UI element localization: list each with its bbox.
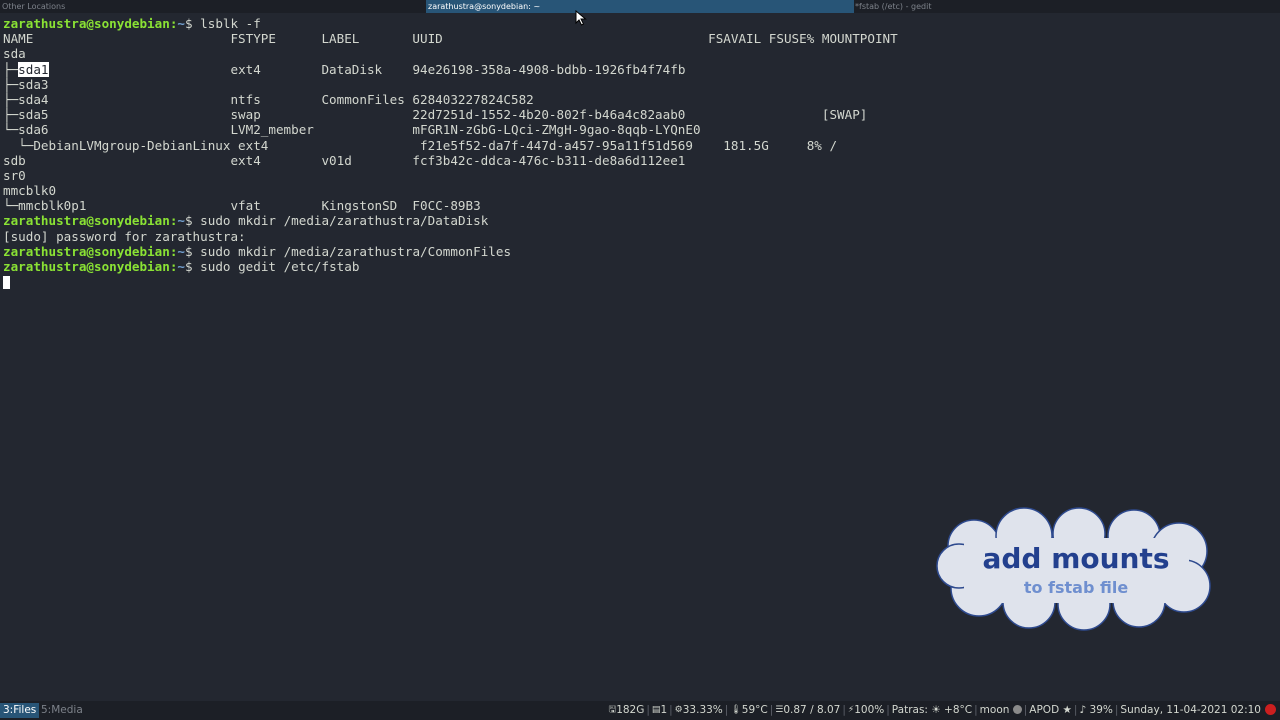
terminal-output[interactable]: zarathustra@sonydebian:~$ lsblk -f NAME F… bbox=[3, 16, 1278, 290]
workspace-files[interactable]: 3:Files bbox=[0, 703, 40, 718]
prompt-path: ~ bbox=[177, 16, 185, 31]
row-text: ext4 DataDisk 94e26198-358a-4908-bdbb-19… bbox=[48, 61, 686, 77]
prompt-user: zarathustra@sonydebian bbox=[3, 243, 170, 259]
load-icon: ☰ bbox=[775, 705, 784, 715]
tree-prefix: ├─ bbox=[3, 61, 19, 77]
status-bar: 3:Files 5:Media 🖫182G | ▤1 | ⚙33.33% | 🌡59°C | ☰… bbox=[0, 701, 1280, 720]
terminal-cursor-line bbox=[3, 274, 1278, 290]
cpu-icon: ⚙ bbox=[674, 705, 683, 715]
terminal-output-line: ├─sda4 ntfs CommonFiles 628403227824C582 bbox=[3, 91, 534, 107]
prompt-symbol: $ bbox=[185, 259, 193, 274]
terminal-output-line: ├─sda3 bbox=[3, 76, 49, 92]
caption-subtitle: to fstab file bbox=[1023, 578, 1129, 597]
separator: | bbox=[1073, 704, 1078, 716]
workspace-media[interactable]: 5:Media bbox=[38, 703, 86, 718]
terminal-output-line: ├─sda1 ext4 DataDisk 94e26198-358a-4908-… bbox=[3, 61, 1278, 77]
separator: | bbox=[886, 704, 890, 716]
terminal-output-line: └─sda6 LVM2_member mFGR1N-zGbG-LQci-ZMgH… bbox=[3, 122, 701, 138]
terminal-output-line: NAME FSTYPE LABEL UUID FSAVAIL FSUSE% MO… bbox=[3, 31, 898, 47]
separator: | bbox=[669, 704, 673, 716]
record-icon[interactable] bbox=[1265, 703, 1276, 715]
load-average: 0.87 / 8.07 bbox=[783, 704, 841, 716]
separator: | bbox=[974, 704, 978, 716]
text-cursor bbox=[3, 276, 10, 290]
prompt-path: ~ bbox=[177, 243, 185, 259]
prompt-symbol: $ bbox=[185, 213, 193, 229]
terminal-command-line: zarathustra@sonydebian:~$ sudo mkdir /me… bbox=[3, 213, 1278, 228]
command-text: sudo mkdir /media/zarathustra/DataDisk bbox=[192, 213, 489, 229]
terminal-command-line: zarathustra@sonydebian:~$ sudo mkdir /me… bbox=[3, 244, 1278, 259]
terminal-output-line: └─DebianLVMgroup-DebianLinux ext4 f21e5f… bbox=[3, 137, 838, 153]
temperature: 59°C bbox=[741, 704, 768, 716]
separator: | bbox=[1114, 704, 1119, 716]
prompt-user: zarathustra@sonydebian bbox=[3, 259, 170, 274]
disk-icon: 🖫 bbox=[608, 705, 617, 715]
separator: | bbox=[724, 704, 729, 716]
command-text: sudo gedit /etc/fstab bbox=[192, 259, 360, 274]
prompt-symbol: $ bbox=[185, 16, 193, 31]
volume[interactable]: ♪ 39% bbox=[1079, 701, 1112, 720]
terminal-output-line: sdb ext4 v01d fcf3b42c-ddca-476c-b311-de… bbox=[3, 152, 686, 168]
disk-free: 182G bbox=[616, 704, 645, 716]
separator: | bbox=[646, 704, 650, 716]
command-text: sudo mkdir /media/zarathustra/CommonFile… bbox=[192, 243, 512, 259]
terminal-output-line: sr0 bbox=[3, 167, 26, 183]
terminal-output-line: mmcblk0 bbox=[3, 183, 57, 199]
terminal-command-line: zarathustra@sonydebian:~$ lsblk -f bbox=[3, 16, 1278, 31]
prompt-path: ~ bbox=[177, 259, 185, 274]
weather: Patras: ☀ +8°C bbox=[891, 704, 973, 716]
window-tab-terminal[interactable]: zarathustra@sonydebian: ~ bbox=[426, 0, 854, 13]
separator: | bbox=[1023, 704, 1028, 716]
battery-level: 100% bbox=[854, 704, 885, 716]
prompt-user: zarathustra@sonydebian bbox=[3, 16, 170, 31]
prompt-symbol: $ bbox=[185, 243, 193, 259]
prompt-path: ~ bbox=[177, 213, 185, 229]
terminal-output-line: [sudo] password for zarathustra: bbox=[3, 228, 246, 244]
command-text: lsblk -f bbox=[192, 16, 261, 31]
thermometer-icon: 🌡 bbox=[730, 705, 742, 715]
window-title-bar: Other Locations zarathustra@sonydebian: … bbox=[0, 0, 1280, 13]
window-tab-other-locations[interactable]: Other Locations bbox=[0, 0, 426, 13]
prompt-user: zarathustra@sonydebian bbox=[3, 213, 170, 229]
separator: | bbox=[842, 704, 846, 716]
selected-text[interactable]: sda1 bbox=[18, 61, 49, 77]
apod[interactable]: APOD ★ bbox=[1029, 701, 1072, 720]
moon-label: moon bbox=[979, 704, 1010, 716]
moon-icon bbox=[1012, 704, 1022, 714]
cpu-usage: 33.33% bbox=[682, 704, 723, 716]
terminal-output-line: sda bbox=[3, 46, 26, 62]
terminal-output-line: ├─sda5 swap 22d7251d-1552-4b20-802f-b46a… bbox=[3, 107, 868, 123]
caption-title: add mounts bbox=[982, 542, 1170, 575]
notes-icon: ▤ bbox=[651, 705, 661, 715]
datetime: Sunday, 11-04-2021 02:10 bbox=[1120, 704, 1261, 716]
status-items: 🖫182G | ▤1 | ⚙33.33% | 🌡59°C | ☰0.87 / 8.07 | ⚡100… bbox=[609, 701, 1276, 720]
caption-cloud: add mounts to fstab file bbox=[934, 506, 1218, 632]
separator: | bbox=[769, 704, 774, 716]
terminal-command-line: zarathustra@sonydebian:~$ sudo gedit /et… bbox=[3, 259, 1278, 274]
window-tab-gedit[interactable]: *fstab (/etc) - gedit bbox=[853, 0, 1280, 13]
terminal-output-line: └─mmcblk0p1 vfat KingstonSD F0CC-89B3 bbox=[3, 198, 481, 214]
